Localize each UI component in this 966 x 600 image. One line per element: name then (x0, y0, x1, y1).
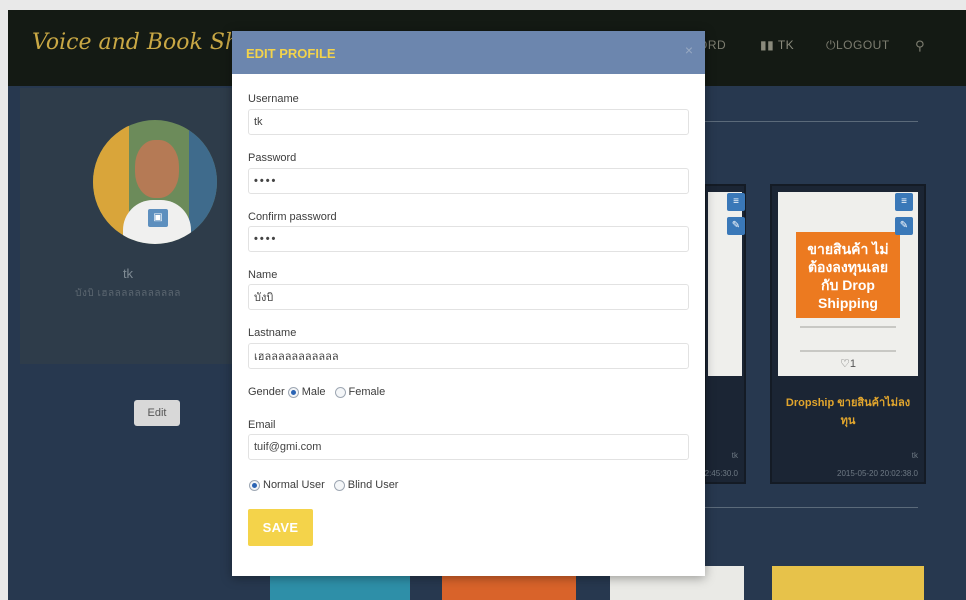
save-button[interactable]: SAVE (248, 509, 313, 546)
user-icon: ▮▮ (760, 38, 778, 52)
section-divider (704, 507, 918, 508)
modal-header: EDIT PROFILE × (232, 31, 705, 74)
list-icon[interactable]: ≡ (727, 193, 745, 211)
book-cover-text: ขายสินค้า ไม่ต้องลงทุนเลย กับ Drop Shipp… (807, 241, 889, 311)
normal-user-radio[interactable] (249, 479, 260, 491)
edit-profile-button[interactable]: Edit (134, 400, 180, 426)
book-thumbnail[interactable] (772, 566, 924, 600)
edit-icon[interactable]: ✎ (895, 217, 913, 235)
blind-user-label[interactable]: Blind User (348, 479, 399, 491)
password-field[interactable] (248, 168, 689, 194)
search-icon[interactable]: ⚲ (915, 38, 925, 54)
section-divider (704, 121, 918, 122)
user-type-group: Normal User Blind User (246, 479, 404, 491)
confirm-password-field[interactable] (248, 226, 689, 252)
book-author: tk (911, 451, 918, 460)
password-label: Password (248, 152, 297, 164)
profile-name: tk (122, 266, 134, 281)
book-title[interactable]: Dropship ขายสินค้าไม่ลง ทุน (772, 394, 924, 430)
edit-profile-modal: EDIT PROFILE × Username Password Confirm… (232, 31, 705, 576)
nav-item-user[interactable]: ▮▮ TK (760, 38, 794, 52)
modal-title: EDIT PROFILE (246, 46, 336, 61)
email-field[interactable] (248, 434, 689, 460)
book-timestamp: 22:45:30.0 (700, 469, 738, 478)
gender-group: Gender Male Female (248, 386, 391, 398)
name-field[interactable] (248, 284, 689, 310)
nav-user-label: TK (777, 38, 795, 52)
gender-female-label[interactable]: Female (349, 386, 386, 398)
camera-icon[interactable]: ▣ (148, 209, 168, 227)
name-label: Name (248, 269, 278, 281)
close-icon[interactable]: × (685, 42, 693, 58)
email-label: Email (248, 419, 276, 431)
power-icon: ⏻ (826, 38, 836, 52)
book-timestamp: 2015-05-20 20:02:38.0 (837, 469, 918, 478)
gender-male-radio[interactable] (287, 386, 299, 398)
like-count[interactable]: ♡1 (778, 357, 918, 370)
nav-logout-label: LOGOUT (836, 38, 890, 52)
blind-user-radio[interactable] (333, 479, 345, 491)
nav-item-logout[interactable]: ⏻LOGOUT (826, 38, 890, 53)
profile-fullname: บังบิ เฮลลลลลลลลลลล (75, 288, 181, 299)
normal-user-label[interactable]: Normal User (263, 479, 325, 491)
gender-female-radio[interactable] (334, 386, 346, 398)
profile-card: ▣ tk บังบิ เฮลลลลลลลลลลล Edit (20, 88, 236, 426)
heart-icon: ♡ (840, 358, 850, 370)
username-field[interactable] (248, 109, 689, 135)
lastname-field[interactable] (248, 343, 689, 369)
book-author: tk (731, 451, 738, 460)
confirm-password-label: Confirm password (248, 211, 337, 223)
list-icon[interactable]: ≡ (895, 193, 913, 211)
lastname-label: Lastname (248, 327, 297, 339)
edit-icon[interactable]: ✎ (727, 217, 745, 235)
username-label: Username (248, 93, 299, 105)
gender-male-label[interactable]: Male (302, 386, 326, 398)
gender-label: Gender (248, 386, 285, 398)
